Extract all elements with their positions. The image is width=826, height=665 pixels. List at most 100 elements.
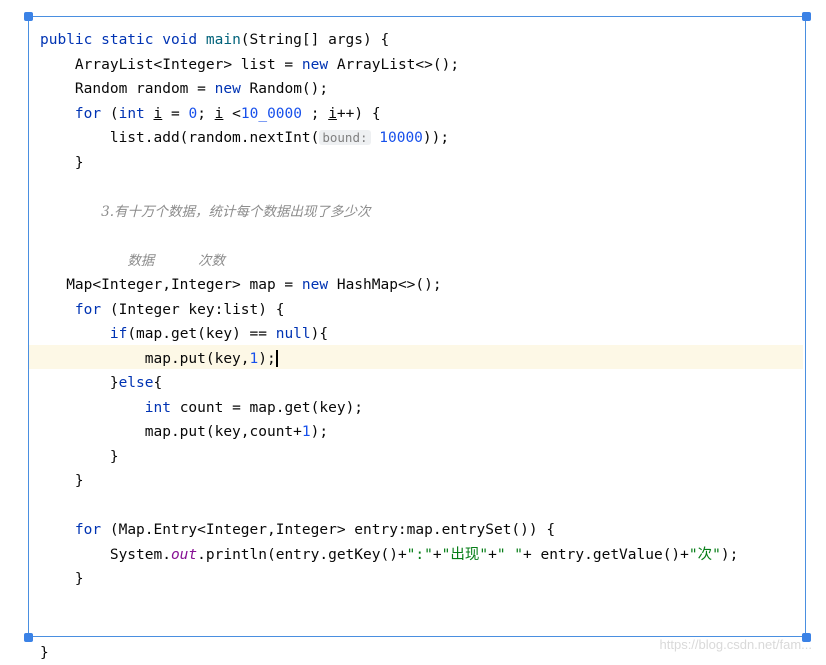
code-text: (map.get(key) == bbox=[127, 326, 275, 342]
keyword: for bbox=[75, 106, 101, 122]
indent bbox=[40, 253, 127, 269]
code-text: = bbox=[162, 106, 188, 122]
code-text: ; bbox=[197, 106, 214, 122]
code-line-17: map.put(key,count+1); bbox=[40, 420, 800, 445]
string-literal: ":" bbox=[407, 547, 433, 563]
keyword: int bbox=[119, 106, 145, 122]
number-literal: 10000 bbox=[379, 130, 423, 146]
code-line-1: public static void main(String[] args) { bbox=[40, 28, 800, 53]
keyword: for bbox=[75, 522, 101, 538]
text-caret bbox=[276, 350, 278, 367]
code-line-blank bbox=[40, 494, 800, 519]
code-text bbox=[40, 522, 75, 538]
code-line-19: } bbox=[40, 469, 800, 494]
code-text: ); bbox=[311, 424, 328, 440]
code-text: } bbox=[40, 155, 84, 171]
code-text: ){ bbox=[311, 326, 328, 342]
keyword: null bbox=[276, 326, 311, 342]
parameter-hint: bound: bbox=[319, 130, 370, 145]
spacer bbox=[154, 253, 198, 269]
code-line-blank bbox=[40, 175, 800, 200]
static-field: out bbox=[171, 547, 197, 563]
code-text bbox=[40, 302, 75, 318]
string-literal: " " bbox=[497, 547, 523, 563]
code-text: System. bbox=[40, 547, 171, 563]
code-text: { bbox=[154, 375, 163, 391]
code-text: ArrayList<Integer> list = bbox=[40, 57, 302, 73]
keyword: if bbox=[110, 326, 127, 342]
resize-handle-top-right[interactable] bbox=[802, 12, 811, 21]
code-text: list.add(random.nextInt( bbox=[40, 130, 319, 146]
watermark: https://blog.csdn.net/fam... bbox=[660, 637, 812, 652]
code-line-comment-labels: 数据 次数 bbox=[40, 249, 800, 274]
code-line-3: Random random = new Random(); bbox=[40, 77, 800, 102]
code-text: (Map.Entry<Integer,Integer> entry:map.en… bbox=[101, 522, 555, 538]
code-text bbox=[145, 106, 154, 122]
code-line-blank bbox=[40, 224, 800, 249]
code-text: } bbox=[40, 571, 84, 587]
number-literal: 1 bbox=[250, 351, 259, 367]
number-literal: 1 bbox=[302, 424, 311, 440]
variable: i bbox=[328, 106, 337, 122]
code-line-21: for (Map.Entry<Integer,Integer> entry:ma… bbox=[40, 518, 800, 543]
code-text: ( bbox=[101, 106, 118, 122]
code-line-2: ArrayList<Integer> list = new ArrayList<… bbox=[40, 53, 800, 78]
code-text: Random(); bbox=[241, 81, 328, 97]
keyword: public static void bbox=[40, 32, 206, 48]
code-line-11: Map<Integer,Integer> map = new HashMap<>… bbox=[40, 273, 800, 298]
keyword: new bbox=[215, 81, 241, 97]
code-comment: 3.有十万个数据，统计每个数据出现了多少次 bbox=[101, 204, 370, 220]
keyword: new bbox=[302, 277, 328, 293]
code-line-comment: 3.有十万个数据，统计每个数据出现了多少次 bbox=[40, 200, 800, 225]
code-line-15: }else{ bbox=[40, 371, 800, 396]
code-text: (String[] args) { bbox=[241, 32, 389, 48]
code-line-16: int count = map.get(key); bbox=[40, 396, 800, 421]
string-literal: "次" bbox=[689, 547, 721, 563]
code-text: Map<Integer,Integer> map = bbox=[40, 277, 302, 293]
code-text: HashMap<>(); bbox=[328, 277, 442, 293]
code-text: } bbox=[40, 473, 84, 489]
code-text bbox=[371, 130, 380, 146]
code-text: (Integer key:list) { bbox=[101, 302, 284, 318]
code-text: + bbox=[488, 547, 497, 563]
code-text: < bbox=[223, 106, 240, 122]
code-text: map.put(key, bbox=[40, 351, 250, 367]
code-text: ++) { bbox=[337, 106, 381, 122]
method-name: main bbox=[206, 32, 241, 48]
code-line-blank bbox=[40, 592, 800, 617]
code-line-14-current: map.put(key,1); bbox=[40, 347, 800, 372]
code-comment: 数据 bbox=[127, 253, 154, 269]
number-literal: 10_0000 bbox=[241, 106, 302, 122]
code-text: + entry.getValue()+ bbox=[523, 547, 689, 563]
code-editor[interactable]: public static void main(String[] args) {… bbox=[40, 28, 800, 665]
code-text: } bbox=[40, 645, 49, 661]
indent bbox=[40, 204, 101, 220]
code-text: Random random = bbox=[40, 81, 215, 97]
code-text: .println(entry.getKey()+ bbox=[197, 547, 407, 563]
code-line-4: for (int i = 0; i <10_0000 ; i++) { bbox=[40, 102, 800, 127]
code-text: ; bbox=[302, 106, 328, 122]
code-text: } bbox=[40, 449, 119, 465]
code-text: count = map.get(key); bbox=[171, 400, 363, 416]
code-text: map.put(key,count+ bbox=[40, 424, 302, 440]
code-text: ); bbox=[258, 351, 275, 367]
resize-handle-top-left[interactable] bbox=[24, 12, 33, 21]
code-text: } bbox=[40, 375, 119, 391]
code-line-12: for (Integer key:list) { bbox=[40, 298, 800, 323]
code-line-18: } bbox=[40, 445, 800, 470]
code-comment: 次数 bbox=[198, 253, 225, 269]
code-text bbox=[40, 400, 145, 416]
code-line-5: list.add(random.nextInt(bound: 10000)); bbox=[40, 126, 800, 151]
code-text bbox=[40, 326, 110, 342]
code-text bbox=[40, 106, 75, 122]
variable: i bbox=[154, 106, 163, 122]
keyword: int bbox=[145, 400, 171, 416]
resize-handle-bottom-left[interactable] bbox=[24, 633, 33, 642]
code-text: ); bbox=[721, 547, 738, 563]
code-line-23: } bbox=[40, 567, 800, 592]
number-literal: 0 bbox=[188, 106, 197, 122]
code-line-6: } bbox=[40, 151, 800, 176]
code-line-22: System.out.println(entry.getKey()+":" +"出… bbox=[40, 543, 800, 568]
keyword: for bbox=[75, 302, 101, 318]
string-literal: "出现" bbox=[442, 547, 488, 563]
